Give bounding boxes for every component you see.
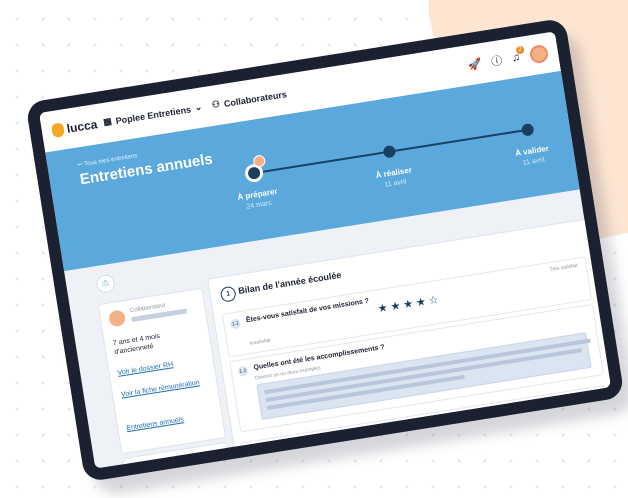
star-empty-icon[interactable]: ☆ — [428, 294, 440, 307]
link-dossier-rh[interactable]: Voir le dossier RH — [117, 360, 174, 378]
star-filled-icon[interactable]: ★ — [402, 298, 414, 311]
link-entretiens-annuels[interactable]: Entretiens annuels — [126, 415, 185, 433]
nav-collab-label: Collaborateurs — [223, 88, 288, 109]
logo-text: lucca — [65, 117, 99, 136]
lucca-logo-icon — [50, 122, 66, 139]
section-number: 1 — [219, 285, 237, 303]
nav-collaborateurs[interactable]: ⚇ Collaborateurs — [211, 88, 287, 111]
question-number: 1.2 — [237, 365, 249, 378]
question-number: 1.1 — [229, 318, 242, 330]
seniority-text: 7 ans et 4 mois d'ancienneté — [112, 332, 161, 357]
app-screen: lucca ▦ Poplee Entretiens ⌄ ⚇ Collaborat… — [39, 31, 611, 469]
section-title: Bilan de l'année écoulée — [237, 269, 343, 296]
print-icon: ⎙ — [101, 278, 110, 289]
page-title: Entretiens annuels — [78, 150, 214, 189]
rocket-icon[interactable]: 🚀 — [467, 57, 482, 72]
notification-count: 2 — [515, 45, 525, 55]
people-icon: ⚇ — [211, 98, 221, 110]
user-avatar[interactable] — [528, 43, 550, 65]
step-marker-3 — [520, 122, 535, 137]
nav-app-label: Poplee Entretiens — [114, 103, 192, 126]
chevron-down-icon: ⌄ — [193, 101, 203, 113]
star-rating[interactable]: ★ ★ ★ ★ ☆ — [377, 294, 440, 315]
lucca-logo[interactable]: lucca — [50, 117, 99, 139]
notification-bell[interactable]: ♫ 2 — [511, 45, 525, 64]
rating-min-label: Insatisfait — [249, 337, 272, 347]
collaborator-avatar — [107, 309, 127, 328]
question-title: Êtes-vous satisfait de vos missions ? — [245, 297, 370, 325]
top-icons: 🚀 ⓘ ♫ 2 — [467, 43, 550, 74]
rating-max-label: Très satisfait — [549, 262, 579, 274]
nav-app-switcher[interactable]: ▦ Poplee Entretiens ⌄ — [102, 102, 203, 129]
link-fiche-remuneration[interactable]: Voir la fiche rémunération — [120, 378, 201, 399]
print-button[interactable]: ⎙ — [95, 273, 116, 295]
star-filled-icon[interactable]: ★ — [377, 302, 389, 315]
manager-avatar — [132, 465, 152, 469]
answer-textarea[interactable] — [256, 332, 592, 420]
grid-icon: ▦ — [102, 115, 113, 128]
collaborator-card: Collaborateur 7 ans et 4 mois d'ancienne… — [97, 287, 227, 455]
step-marker-2 — [382, 144, 397, 159]
star-filled-icon[interactable]: ★ — [415, 296, 427, 309]
info-icon[interactable]: ⓘ — [490, 52, 504, 70]
star-filled-icon[interactable]: ★ — [390, 300, 402, 313]
